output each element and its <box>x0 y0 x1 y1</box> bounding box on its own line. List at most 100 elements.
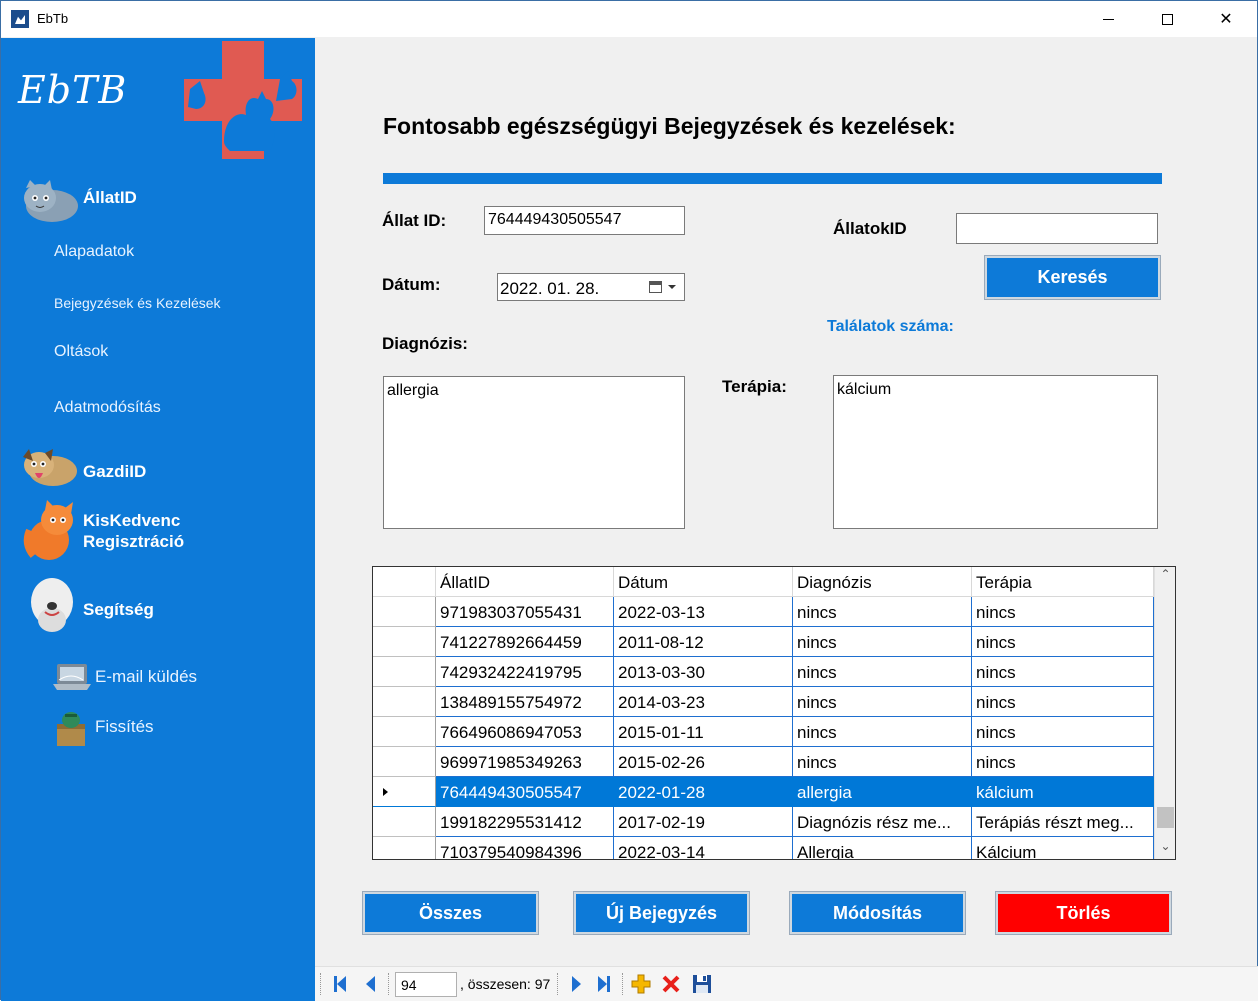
cell-diagnozis[interactable]: nincs <box>793 747 972 777</box>
cell-allatid[interactable]: 969971985349263 <box>436 747 614 777</box>
cell-datum[interactable]: 2014-03-23 <box>614 687 793 717</box>
cell-terapia[interactable]: nincs <box>972 687 1154 717</box>
delete-record-button[interactable] <box>659 973 683 995</box>
sidebar-item-alapadatok[interactable]: Alapadatok <box>54 243 134 261</box>
cell-datum[interactable]: 2022-03-13 <box>614 597 793 627</box>
scroll-thumb[interactable] <box>1157 807 1174 828</box>
cell-datum[interactable]: 2011-08-12 <box>614 627 793 657</box>
cell-diagnozis[interactable]: Diagnózis rész me... <box>793 807 972 837</box>
scroll-up-icon[interactable]: ⌃ <box>1155 567 1175 587</box>
cell-terapia[interactable]: nincs <box>972 597 1154 627</box>
cell-diagnozis[interactable]: nincs <box>793 597 972 627</box>
first-record-button[interactable] <box>329 973 351 995</box>
row-header[interactable] <box>373 837 436 859</box>
chevron-down-icon[interactable] <box>668 285 676 289</box>
cell-terapia[interactable]: nincs <box>972 627 1154 657</box>
cell-terapia[interactable]: nincs <box>972 657 1154 687</box>
diagnosis-field[interactable]: allergia <box>383 376 685 529</box>
cell-datum[interactable]: 2015-01-11 <box>614 717 793 747</box>
allat-id-label: Állat ID: <box>382 211 447 230</box>
cell-diagnozis[interactable]: nincs <box>793 687 972 717</box>
cell-diagnozis[interactable]: Allergia <box>793 837 972 859</box>
column-header-terapia[interactable]: Terápia <box>972 567 1154 597</box>
cell-diagnozis[interactable]: allergia <box>793 777 972 807</box>
show-all-button[interactable]: Összes <box>362 891 539 935</box>
row-header[interactable] <box>373 657 436 687</box>
sidebar-item-fissites[interactable]: Fissítés <box>95 717 154 737</box>
cell-allatid[interactable]: 138489155754972 <box>436 687 614 717</box>
row-header[interactable] <box>373 597 436 627</box>
vertical-scrollbar[interactable]: ⌃ ⌄ <box>1154 567 1175 859</box>
sidebar-section-gazdiid[interactable]: GazdiID <box>83 461 146 482</box>
table-row[interactable]: 764449430505547 2022-01-28 allergia kálcium <box>373 777 1154 807</box>
column-header-datum[interactable]: Dátum <box>614 567 793 597</box>
table-row[interactable]: 971983037055431 2022-03-13 nincs nincs <box>373 597 1154 627</box>
cell-datum[interactable]: 2017-02-19 <box>614 807 793 837</box>
sidebar-item-bejegyzesek[interactable]: Bejegyzések és Kezelések <box>54 295 221 311</box>
scroll-down-icon[interactable]: ⌄ <box>1155 839 1175 859</box>
modify-button[interactable]: Módosítás <box>789 891 966 935</box>
delete-button[interactable]: Törlés <box>995 891 1172 935</box>
sidebar-item-oltasok[interactable]: Oltások <box>54 343 108 361</box>
sidebar-section-kiskedvenc[interactable]: KisKedvenc Regisztráció <box>83 510 283 552</box>
cell-datum[interactable]: 2015-02-26 <box>614 747 793 777</box>
table-row[interactable]: 710379540984396 2022-03-14 Allergia Kálcium <box>373 837 1154 859</box>
date-picker[interactable]: 2022. 01. 28. <box>497 273 685 301</box>
cell-terapia[interactable]: kálcium <box>972 777 1154 807</box>
sidebar-item-email[interactable]: E-mail küldés <box>95 667 197 687</box>
new-entry-button[interactable]: Új Bejegyzés <box>573 891 750 935</box>
cell-allatid[interactable]: 710379540984396 <box>436 837 614 859</box>
allat-id-field[interactable]: 764449430505547 <box>484 206 685 235</box>
search-button[interactable]: Keresés <box>984 255 1161 300</box>
table-row[interactable]: 969971985349263 2015-02-26 nincs nincs <box>373 747 1154 777</box>
cell-allatid[interactable]: 742932422419795 <box>436 657 614 687</box>
sidebar-item-adatmodositas[interactable]: Adatmodósítás <box>54 399 161 417</box>
table-row[interactable]: 742932422419795 2013-03-30 nincs nincs <box>373 657 1154 687</box>
row-header[interactable] <box>373 747 436 777</box>
cell-terapia[interactable]: nincs <box>972 717 1154 747</box>
table-row[interactable]: 138489155754972 2014-03-23 nincs nincs <box>373 687 1154 717</box>
table-row[interactable]: 741227892664459 2011-08-12 nincs nincs <box>373 627 1154 657</box>
row-header[interactable] <box>373 777 436 807</box>
next-record-button[interactable] <box>565 973 587 995</box>
row-header[interactable] <box>373 807 436 837</box>
table-row[interactable]: 766496086947053 2015-01-11 nincs nincs <box>373 717 1154 747</box>
previous-icon <box>365 976 375 992</box>
row-header[interactable] <box>373 717 436 747</box>
add-record-button[interactable] <box>629 973 653 995</box>
position-input[interactable]: 94 <box>395 972 457 997</box>
entries-grid[interactable]: ÁllatID Dátum Diagnózis Terápia 97198303… <box>372 566 1176 860</box>
calendar-icon[interactable] <box>649 281 662 293</box>
row-header[interactable] <box>373 627 436 657</box>
minimize-button[interactable] <box>1079 1 1137 37</box>
row-header[interactable] <box>373 687 436 717</box>
close-button[interactable]: ✕ <box>1197 1 1255 37</box>
cell-diagnozis[interactable]: nincs <box>793 627 972 657</box>
cell-datum[interactable]: 2013-03-30 <box>614 657 793 687</box>
cell-datum[interactable]: 2022-01-28 <box>614 777 793 807</box>
cell-diagnozis[interactable]: nincs <box>793 717 972 747</box>
allatok-id-field[interactable] <box>956 213 1158 244</box>
results-count-label: Találatok száma: <box>827 318 954 335</box>
column-header-allatid[interactable]: ÁllatID <box>436 567 614 597</box>
cell-datum[interactable]: 2022-03-14 <box>614 837 793 859</box>
previous-record-button[interactable] <box>359 973 381 995</box>
table-row[interactable]: 199182295531412 2017-02-19 Diagnózis rész … <box>373 807 1154 837</box>
therapy-field[interactable]: kálcium <box>833 375 1158 529</box>
last-record-button[interactable] <box>593 973 615 995</box>
cell-terapia[interactable]: nincs <box>972 747 1154 777</box>
cell-allatid[interactable]: 764449430505547 <box>436 777 614 807</box>
sidebar-section-allatid[interactable]: ÁllatID <box>83 187 137 208</box>
sidebar-section-segitseg[interactable]: Segítség <box>83 599 154 620</box>
column-header-diagnozis[interactable]: Diagnózis <box>793 567 972 597</box>
laptop-icon <box>53 664 91 690</box>
save-record-button[interactable] <box>690 973 714 995</box>
cell-allatid[interactable]: 199182295531412 <box>436 807 614 837</box>
cell-allatid[interactable]: 741227892664459 <box>436 627 614 657</box>
cell-allatid[interactable]: 766496086947053 <box>436 717 614 747</box>
cell-terapia[interactable]: Terápiás részt meg... <box>972 807 1154 837</box>
cell-terapia[interactable]: Kálcium <box>972 837 1154 859</box>
cell-allatid[interactable]: 971983037055431 <box>436 597 614 627</box>
maximize-button[interactable] <box>1138 1 1196 37</box>
cell-diagnozis[interactable]: nincs <box>793 657 972 687</box>
